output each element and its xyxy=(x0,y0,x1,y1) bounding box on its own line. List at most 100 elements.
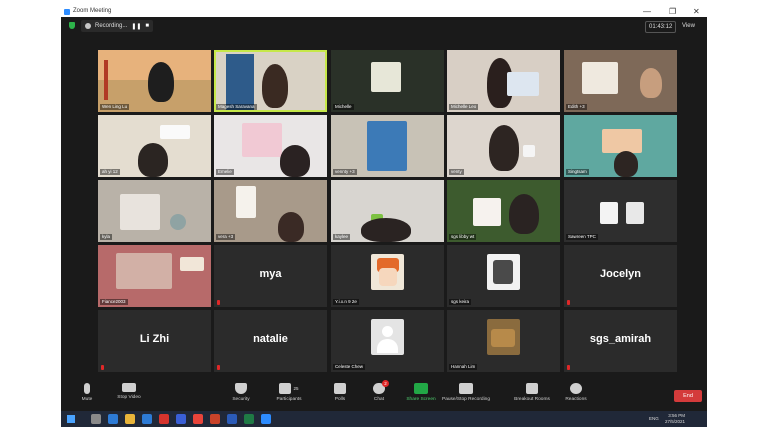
mute-button[interactable]: Mute xyxy=(65,383,109,402)
participant-name: ah yi 12 xyxy=(100,169,120,175)
participant-display-name: mya xyxy=(259,268,282,280)
video-tile-off[interactable]: Y.i.x.n 9 2e xyxy=(331,245,444,307)
shield-icon[interactable] xyxy=(69,22,75,29)
recording-dot-icon xyxy=(85,23,91,29)
video-tile[interactable]: ah yi 12 xyxy=(98,115,211,177)
participant-name: Wen Ling Lu xyxy=(100,104,130,110)
pause-stop-recording-button[interactable]: Pause/Stop Recording xyxy=(442,383,490,402)
video-tile-off[interactable]: sgs_amirah xyxy=(564,310,677,372)
clock-date: 27/5/2021 xyxy=(665,419,686,424)
security-label: Security xyxy=(232,397,250,402)
powerpoint-icon[interactable] xyxy=(210,414,220,424)
end-meeting-button[interactable]: End xyxy=(674,390,702,402)
windows-start-icon[interactable] xyxy=(67,415,75,423)
video-tile[interactable]: Wen Ling Lu xyxy=(98,50,211,112)
participants-button[interactable]: 25 Participants xyxy=(267,383,311,402)
view-button[interactable]: View xyxy=(682,21,695,31)
stop-video-button[interactable]: Stop Video xyxy=(107,383,151,400)
participant-display-name: sgs_amirah xyxy=(589,333,652,345)
video-tile[interactable]: Sawreen TPC xyxy=(564,180,677,242)
breakout-rooms-button[interactable]: Breakout Rooms xyxy=(510,383,554,402)
mute-label: Mute xyxy=(81,397,93,402)
security-button[interactable]: Security xyxy=(219,383,263,402)
video-tile[interactable]: Edith +3 xyxy=(564,50,677,112)
video-tile[interactable]: kaylee xyxy=(331,180,444,242)
participant-name: sgs keira xyxy=(449,299,472,305)
participant-name: kyla xyxy=(100,234,113,240)
pause-stop-recording-label: Pause/Stop Recording xyxy=(442,397,490,402)
participants-label: Participants xyxy=(276,397,302,402)
reactions-label: Reactions xyxy=(565,397,587,402)
file-explorer-icon[interactable] xyxy=(125,414,135,424)
muted-mic-icon xyxy=(217,300,220,305)
muted-mic-icon xyxy=(217,365,220,370)
participant-name: sgs libby wt xyxy=(449,234,477,240)
edge-icon[interactable] xyxy=(108,414,118,424)
polls-label: Polls xyxy=(334,397,346,402)
video-tile[interactable]: Emelie xyxy=(214,115,327,177)
close-button[interactable]: ✕ xyxy=(693,7,700,17)
default-avatar-icon xyxy=(371,319,404,355)
chrome-icon[interactable] xyxy=(193,414,203,424)
participant-name: Celeste Chew xyxy=(333,364,366,370)
video-tile[interactable]: Michelle Leo xyxy=(447,50,560,112)
excel-icon[interactable] xyxy=(244,414,254,424)
video-tile-off[interactable]: sgs keira xyxy=(447,245,560,307)
breakout-rooms-icon xyxy=(526,383,538,394)
participant-name: Singtsam xyxy=(566,169,589,175)
video-tile[interactable]: Singtsam xyxy=(564,115,677,177)
chat-label: Chat xyxy=(373,397,385,402)
zoom-logo-icon xyxy=(64,9,70,15)
breakout-rooms-label: Breakout Rooms xyxy=(514,397,550,402)
chat-button[interactable]: 2 Chat xyxy=(357,380,401,402)
participant-name: Emelie xyxy=(216,169,234,175)
participant-display-name: Li Zhi xyxy=(139,333,170,345)
participant-name: Michelle Leo xyxy=(449,104,479,110)
outlook-icon[interactable] xyxy=(176,414,186,424)
video-camera-icon xyxy=(122,383,136,392)
minimize-button[interactable]: — xyxy=(643,7,651,17)
search-icon[interactable] xyxy=(91,414,101,424)
video-tile[interactable]: vera +3 xyxy=(214,180,327,242)
participant-name: Hannah Lim xyxy=(449,364,478,370)
mail-icon[interactable] xyxy=(142,414,152,424)
window-title: Zoom Meeting xyxy=(73,8,112,14)
video-tile[interactable]: vennty +3 xyxy=(331,115,444,177)
participant-name: kaylee xyxy=(333,234,351,240)
stop-video-label: Stop Video xyxy=(117,395,141,400)
language-indicator[interactable]: ENG xyxy=(649,416,659,421)
share-screen-button[interactable]: Share Screen xyxy=(399,383,443,402)
title-bar: Zoom Meeting — ❐ ✕ xyxy=(61,7,707,17)
video-tile[interactable]: kyla xyxy=(98,180,211,242)
reactions-icon xyxy=(570,383,582,394)
video-tile-off[interactable]: Li Zhi xyxy=(98,310,211,372)
polls-button[interactable]: Polls xyxy=(318,383,362,402)
restore-button[interactable]: ❐ xyxy=(669,7,676,17)
system-clock[interactable]: 3:56 PM 27/5/2021 xyxy=(665,413,685,425)
video-tile-off[interactable]: mya xyxy=(214,245,327,307)
video-tile-off[interactable]: Hannah Lim xyxy=(447,310,560,372)
video-tile[interactable]: venty xyxy=(447,115,560,177)
video-tile-off[interactable]: Celeste Chew xyxy=(331,310,444,372)
avatar xyxy=(487,319,520,355)
video-tile[interactable]: Michelle xyxy=(331,50,444,112)
reactions-button[interactable]: Reactions xyxy=(554,383,598,402)
video-tile-off[interactable]: Jocelyn xyxy=(564,245,677,307)
recording-indicator: Recording... ❚❚ ■ xyxy=(81,20,154,32)
video-tile-active-speaker[interactable]: Magesh Saravana xyxy=(214,50,327,112)
video-tile-off[interactable]: natalie xyxy=(214,310,327,372)
word-icon[interactable] xyxy=(227,414,237,424)
pause-recording-button[interactable]: ❚❚ xyxy=(131,23,141,30)
meeting-top-bar: Recording... ❚❚ ■ 01:43:12 View xyxy=(61,17,707,35)
video-tile[interactable]: sgs libby wt xyxy=(447,180,560,242)
zoom-taskbar-icon[interactable] xyxy=(261,414,271,424)
video-tile[interactable]: Fiance2003 xyxy=(98,245,211,307)
participant-name: vera +3 xyxy=(216,234,236,240)
participant-display-name: natalie xyxy=(253,333,288,345)
meeting-timer: 01:43:12 xyxy=(645,21,677,33)
stop-recording-button[interactable]: ■ xyxy=(145,23,149,29)
windows-taskbar: ENG 3:56 PM 27/5/2021 xyxy=(61,411,707,427)
acrobat-icon[interactable] xyxy=(159,414,169,424)
meeting-toolbar: Mute Stop Video Security 25 Participants… xyxy=(61,379,707,411)
people-icon xyxy=(279,383,292,394)
